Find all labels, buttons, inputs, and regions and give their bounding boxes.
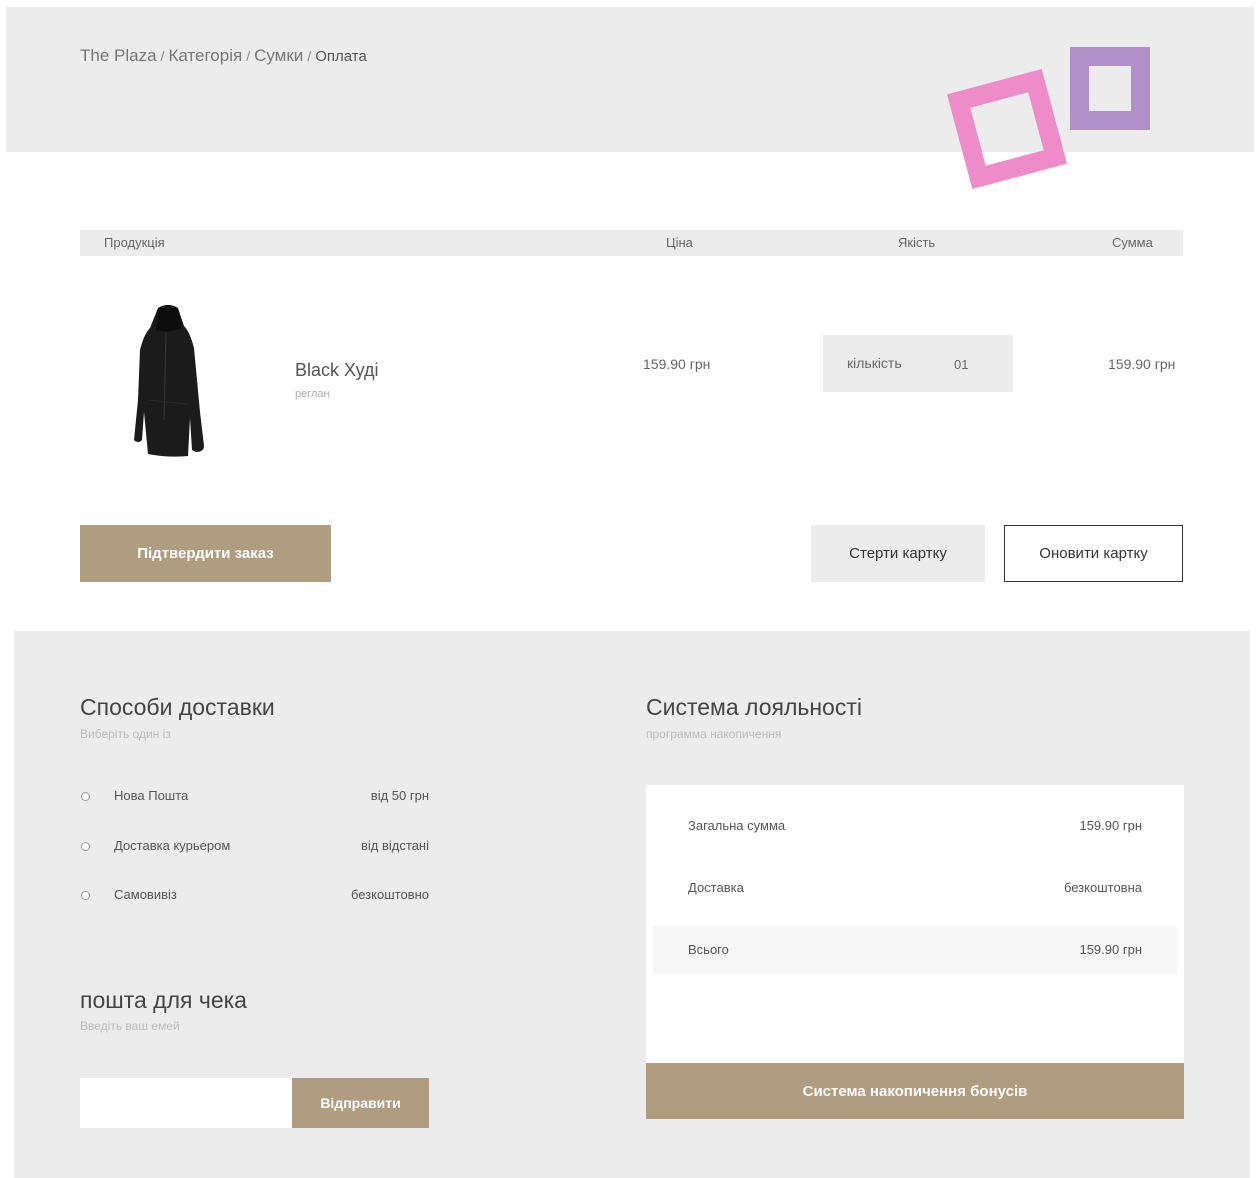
page-header (6, 7, 1254, 152)
update-cart-button[interactable]: Оновити картку (1004, 525, 1183, 582)
summary-label-subtotal: Загальна сумма (688, 818, 786, 833)
summary-value-delivery: безкоштовна (1063, 880, 1142, 895)
delivery-radio-courier[interactable] (81, 842, 90, 851)
clear-cart-button[interactable]: Стерти картку (811, 525, 985, 582)
quantity-label: кількість (847, 355, 902, 371)
product-price: 159.90 грн (643, 356, 711, 372)
column-sum: Сумма (1112, 235, 1153, 250)
send-email-button[interactable]: Відправити (292, 1078, 429, 1128)
loyalty-title: Система лояльності (646, 694, 862, 720)
delivery-option-label[interactable]: Самовивіз (114, 887, 177, 902)
email-input[interactable] (80, 1078, 292, 1128)
column-price: Ціна (666, 235, 693, 250)
quantity-input[interactable] (954, 357, 984, 372)
delivery-option-label[interactable]: Доставка курьером (114, 838, 230, 853)
column-product: Продукція (104, 235, 165, 250)
hoodie-image (134, 305, 204, 457)
summary-value-total: 159.90 грн (1079, 942, 1142, 957)
breadcrumb-separator: / (246, 48, 251, 64)
breadcrumb-separator: / (160, 48, 165, 64)
breadcrumb-home[interactable]: The Plaza (80, 46, 157, 65)
breadcrumb: The Plaza / Категорія / Сумки / Оплата (80, 46, 367, 66)
column-quality: Якість (898, 235, 936, 250)
loyalty-subtitle: программа накопичення (646, 727, 782, 741)
cart-table-header: Продукція Ціна Якість Сумма (80, 230, 1183, 256)
summary-label-delivery: Доставка (688, 880, 744, 895)
summary-value-subtotal: 159.90 грн (1079, 818, 1142, 833)
delivery-option-label[interactable]: Нова Пошта (114, 788, 188, 803)
summary-label-total: Всього (688, 942, 729, 957)
confirm-order-button[interactable]: Підтвердити заказ (80, 525, 331, 582)
delivery-option-price: від 50 грн (370, 788, 429, 803)
product-name[interactable]: Black Худі (295, 360, 379, 381)
receipt-email-title: пошта для чека (80, 987, 247, 1013)
receipt-email-subtitle: Введіть ваш емей (80, 1019, 180, 1033)
breadcrumb-current: Оплата (315, 48, 367, 65)
delivery-subtitle: Виберіть один із (80, 727, 171, 741)
bonus-system-button[interactable]: Система накопичення бонусів (646, 1063, 1184, 1119)
product-total: 159.90 грн (1108, 356, 1176, 372)
delivery-option-price: від відстані (361, 838, 429, 853)
breadcrumb-category[interactable]: Категорія (168, 46, 242, 65)
product-subtitle: реглан (295, 388, 330, 400)
breadcrumb-separator: / (307, 48, 312, 64)
delivery-radio-pickup[interactable] (81, 891, 90, 900)
delivery-option-price: безкоштовно (350, 887, 429, 902)
delivery-radio-nova-poshta[interactable] (81, 792, 90, 801)
breadcrumb-bags[interactable]: Сумки (254, 46, 303, 65)
decorative-purple-square (1070, 47, 1150, 130)
delivery-title: Способи доставки (80, 694, 275, 720)
